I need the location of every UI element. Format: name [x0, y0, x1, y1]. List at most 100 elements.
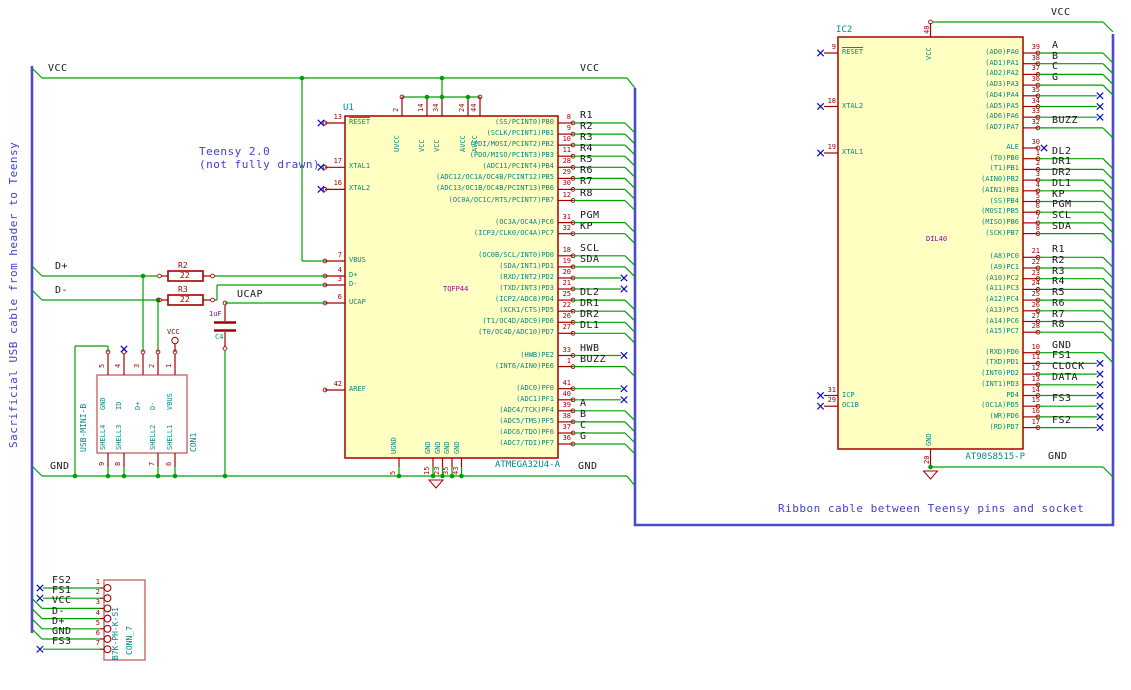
net-label[interactable]: SCL [580, 243, 600, 254]
u1-pin-number: 15 [423, 466, 431, 475]
net-label[interactable]: DR2 [1052, 168, 1072, 178]
net-label[interactable]: B [580, 409, 587, 420]
ic2-pin-number: 1 [1035, 148, 1040, 157]
conn7-pin [103, 645, 112, 654]
con1-pin-name: SHELL4 [99, 424, 107, 450]
net-label[interactable]: FS3 [1052, 394, 1072, 404]
u1-pin-name: AVCC [459, 135, 467, 152]
no-connect-icon [620, 396, 628, 404]
net-label[interactable]: C [1052, 62, 1059, 72]
ic2-pin-name: (A12)PC4 [985, 295, 1019, 304]
power-net-label[interactable]: VCC [1051, 8, 1071, 18]
power-net-label[interactable]: GND [1048, 452, 1068, 462]
power-net-label[interactable]: VCC [580, 64, 600, 74]
net-label[interactable]: R4 [1052, 277, 1065, 287]
pin-tip [210, 297, 215, 303]
u1-pin-number: 17 [333, 157, 342, 166]
note-teensy-line2: (not fully drawn) [199, 158, 321, 171]
net-label[interactable]: R4 [580, 144, 593, 154]
power-net-label[interactable]: VCC [48, 64, 68, 74]
net-label[interactable]: R8 [580, 188, 593, 199]
net-label[interactable]: DATA [1052, 372, 1078, 383]
net-label[interactable]: R8 [1052, 320, 1065, 330]
ic2-pin-name: (T0)PB0 [989, 153, 1019, 162]
power-net-label[interactable]: UCAP [237, 290, 263, 300]
pin-tip [222, 346, 228, 351]
net-label[interactable]: R6 [580, 166, 593, 176]
con1-pin-name: VBUS [166, 393, 174, 410]
net-label[interactable]: BUZZ [1052, 115, 1078, 126]
net-label[interactable]: C [580, 421, 587, 431]
net-label[interactable]: R1 [1052, 245, 1065, 255]
u1-pin-name: XTAL2 [349, 184, 371, 193]
net-label[interactable]: G [580, 432, 587, 442]
net-label[interactable]: DR2 [580, 310, 600, 320]
ic2-pin-number: 23 [1031, 268, 1040, 277]
net-label[interactable]: GND [1052, 340, 1072, 351]
u1-pin-number: 36 [562, 434, 571, 442]
net-label[interactable]: DL2 [1052, 146, 1072, 157]
ic2-pin-number: 25 [1031, 290, 1040, 299]
net-label[interactable]: DL2 [580, 288, 600, 298]
net-label[interactable]: DR1 [580, 299, 600, 309]
net-label[interactable]: R3 [1052, 266, 1065, 277]
net-label[interactable]: R5 [580, 155, 593, 165]
net-label[interactable]: R5 [1052, 288, 1065, 298]
net-label[interactable]: R2 [580, 122, 593, 132]
net-label[interactable]: HWB [580, 343, 600, 354]
net-label[interactable]: R6 [1052, 298, 1065, 309]
conn7-pin [103, 584, 112, 592]
net-label[interactable]: R2 [1052, 256, 1065, 266]
u1-pin-number: 6 [337, 293, 342, 301]
net-label[interactable]: KP [1052, 189, 1065, 200]
ic2-pin-name: ALE [1006, 143, 1019, 151]
net-label[interactable]: A [1052, 41, 1059, 51]
ic2-ref[interactable]: IC2 [836, 26, 852, 35]
ic2-pin-number: 27 [1031, 311, 1040, 320]
ic2-pin-number: 32 [1031, 117, 1040, 126]
u1-pin-name: RESET [349, 118, 371, 126]
net-label[interactable]: KP [580, 221, 593, 232]
power-net-label[interactable]: D- [55, 286, 68, 296]
ic2-pin-name: (A15)PC7 [985, 327, 1019, 336]
net-label[interactable]: B [1052, 51, 1059, 62]
net-label[interactable]: DR1 [1052, 157, 1072, 167]
net-label[interactable]: VCC [52, 596, 72, 606]
net-label[interactable]: FS2 [1052, 415, 1072, 426]
net-label[interactable]: DL1 [580, 321, 600, 331]
net-label[interactable]: CLOCK [1052, 362, 1085, 372]
net-label[interactable]: R7 [1052, 309, 1065, 320]
power-net-label[interactable]: GND [50, 462, 70, 472]
ic2-pin-number: 22 [1031, 258, 1040, 266]
ic2-pin-name: (A14)PC6 [985, 316, 1019, 325]
net-label[interactable]: FS1 [1052, 351, 1072, 361]
resistor-r2-ref[interactable]: R2 [178, 262, 188, 270]
net-label[interactable]: PGM [580, 210, 600, 221]
power-net-label[interactable]: GND [578, 462, 598, 472]
c4-ref[interactable]: C4 [215, 334, 223, 341]
net-label[interactable]: SDA [1052, 221, 1072, 232]
u1-ref[interactable]: U1 [343, 104, 354, 113]
net-label[interactable]: PGM [1052, 200, 1072, 210]
ic2-pin-number: 5 [1035, 191, 1040, 200]
u1-pin-name: (SDA/INT1)PD1 [499, 261, 554, 270]
net-label[interactable]: R1 [580, 111, 593, 121]
net-label[interactable]: A [580, 398, 587, 409]
ic2-pin-name: GND [925, 433, 933, 446]
net-label[interactable]: FS3 [52, 637, 72, 647]
con1-ref[interactable]: CON1 [189, 433, 198, 452]
net-label[interactable]: DL1 [1052, 178, 1072, 189]
no-connect-icon [36, 645, 44, 653]
conn7-ref[interactable]: CONN_7 [125, 626, 134, 655]
con1-pin-number: 1 [165, 363, 173, 368]
net-label[interactable]: SDA [580, 254, 600, 265]
resistor-r3-ref[interactable]: R3 [178, 286, 188, 294]
ic2-pin-name: (A9)PC1 [989, 263, 1019, 271]
net-label[interactable]: R3 [580, 133, 593, 143]
no-connect-icon [1096, 92, 1104, 100]
net-label[interactable]: G [1052, 73, 1059, 83]
net-label[interactable]: R7 [580, 177, 593, 187]
net-label[interactable]: SCL [1052, 210, 1072, 221]
power-net-label[interactable]: D+ [55, 262, 68, 272]
net-label[interactable]: BUZZ [580, 354, 606, 365]
